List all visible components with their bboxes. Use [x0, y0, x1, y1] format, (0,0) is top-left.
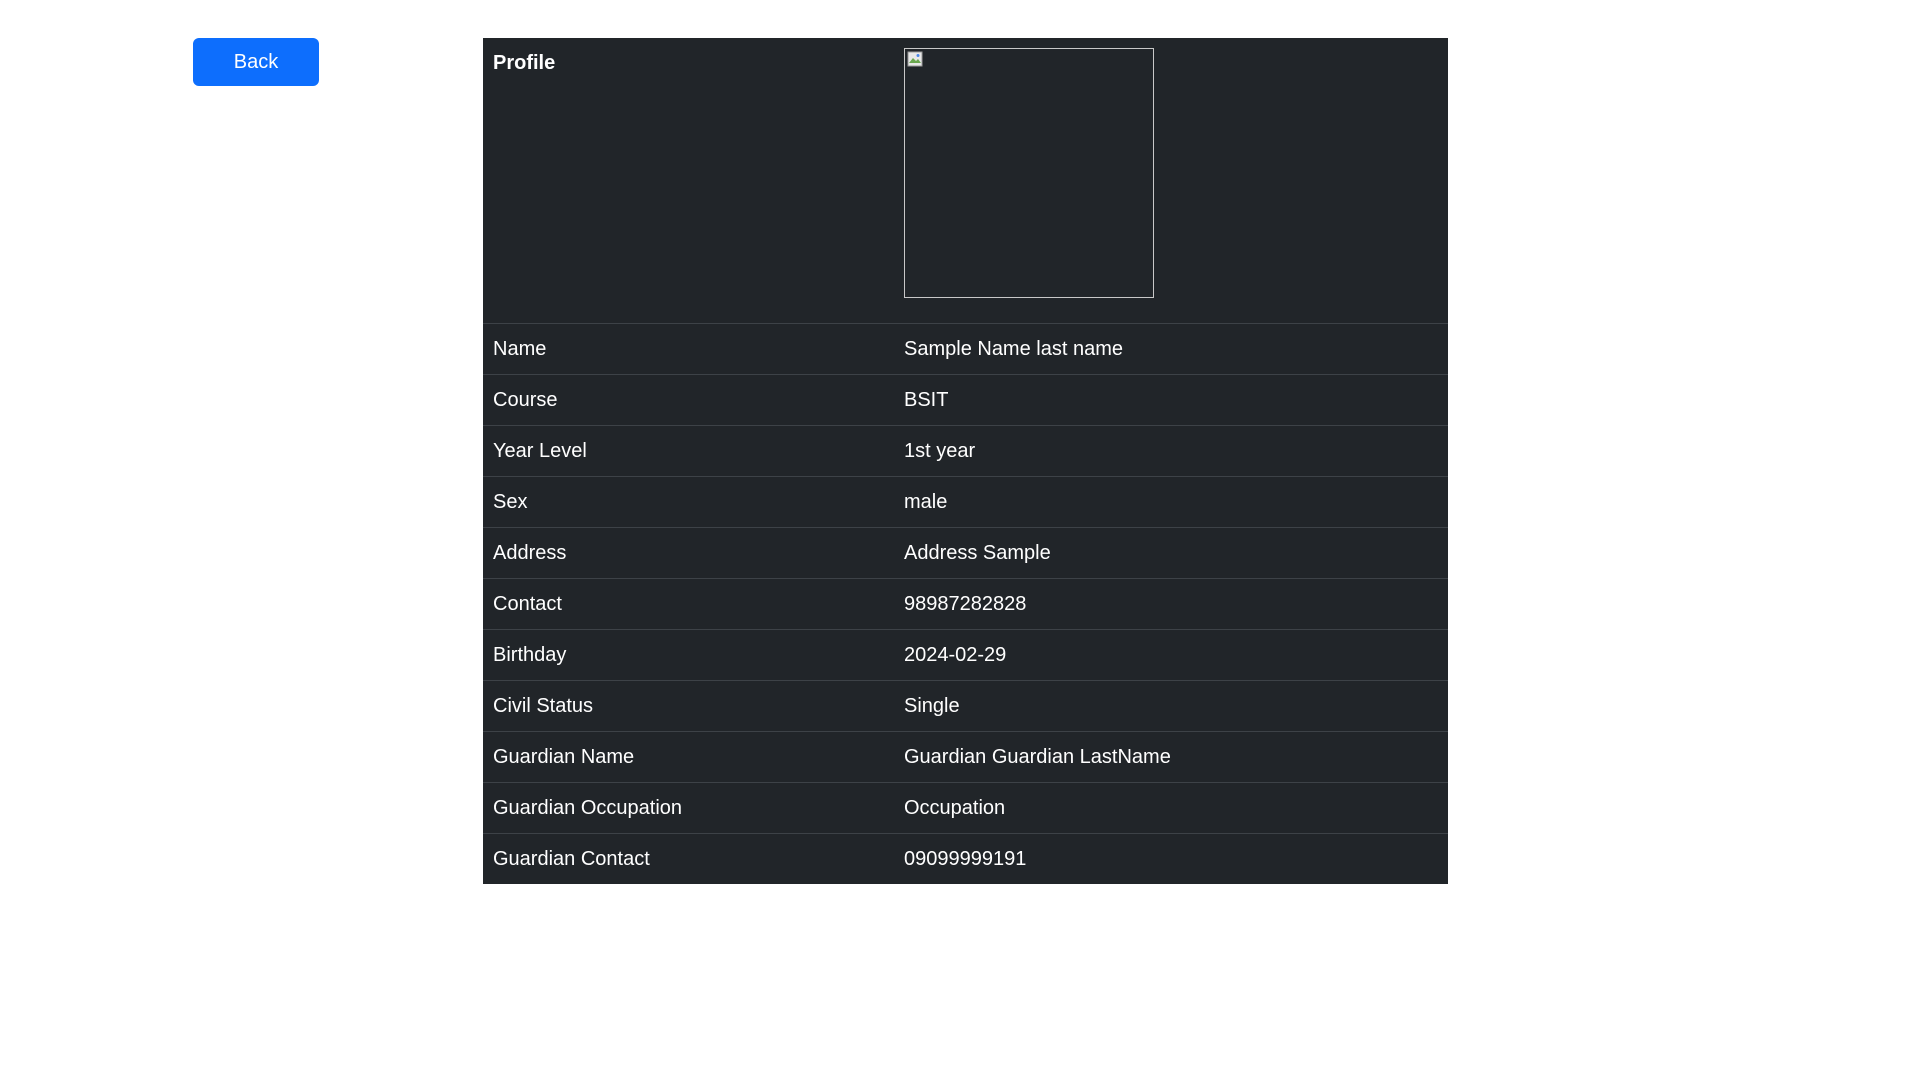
profile-header-row: Profile	[483, 38, 1448, 324]
field-label: Guardian Name	[483, 731, 894, 783]
profile-photo	[904, 48, 1154, 298]
field-label: Address	[483, 527, 894, 579]
field-value: Sample Name last name	[894, 323, 1448, 375]
field-label: Birthday	[483, 629, 894, 681]
table-row: Contact 98987282828	[483, 578, 1448, 630]
field-value: 09099999191	[904, 847, 1027, 870]
field-label: Contact	[483, 578, 894, 630]
field-label: Sex	[483, 476, 894, 528]
field-value: Occupation	[894, 782, 1448, 834]
broken-image-icon	[907, 51, 923, 67]
table-row: Birthday 2024-02-29	[483, 629, 1448, 681]
table-row: Guardian Name Guardian Guardian LastName	[483, 731, 1448, 783]
field-value: 2024-02-29	[894, 629, 1448, 681]
field-label: Guardian Occupation	[483, 782, 894, 834]
table-row: Guardian Occupation Occupation	[483, 782, 1448, 834]
field-value: male	[894, 476, 1448, 528]
field-value: 98987282828	[894, 578, 1448, 630]
field-label: Year Level	[483, 425, 894, 477]
page: Back Profile Name Sample Name last name …	[0, 0, 1920, 1080]
table-row: Course BSIT	[483, 374, 1448, 426]
back-button[interactable]: Back	[193, 38, 319, 86]
table-row: Name Sample Name last name	[483, 323, 1448, 375]
field-value: 1st year	[894, 425, 1448, 477]
table-row: Address Address Sample	[483, 527, 1448, 579]
table-row: Sex male	[483, 476, 1448, 528]
field-value: Address Sample	[894, 527, 1448, 579]
field-value: Guardian Guardian LastName	[894, 731, 1448, 783]
profile-table: Profile Name Sample Name last name Cours…	[483, 38, 1448, 884]
profile-photo-cell	[894, 38, 1448, 324]
profile-title: Profile	[483, 38, 894, 324]
field-label: Guardian Contact	[493, 847, 650, 870]
table-row: Guardian Contact 09099999191	[483, 834, 1448, 885]
field-label: Name	[483, 323, 894, 375]
field-value: Single	[894, 680, 1448, 732]
table-row: Year Level 1st year	[483, 425, 1448, 477]
field-value: BSIT	[894, 374, 1448, 426]
field-label: Civil Status	[483, 680, 894, 732]
field-label: Course	[483, 374, 894, 426]
table-row: Civil Status Single	[483, 680, 1448, 732]
